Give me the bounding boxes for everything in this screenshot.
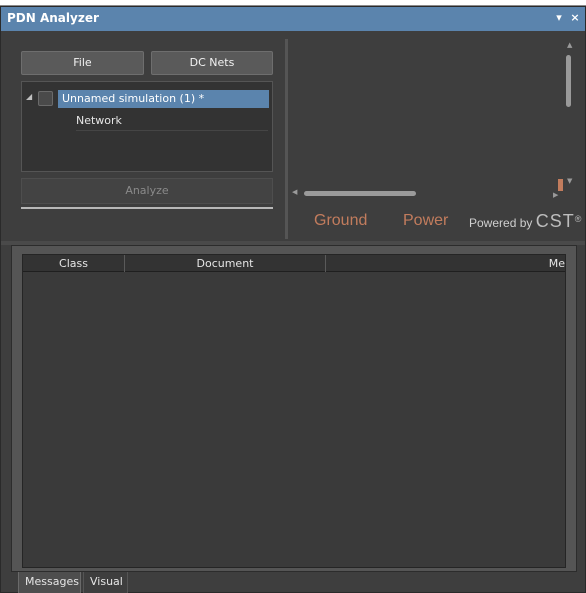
color-marker	[558, 179, 563, 191]
scroll-left-icon[interactable]: ◀	[292, 188, 297, 196]
tab-visual[interactable]: Visual	[83, 572, 128, 593]
panel-titlebar: PDN Analyzer ▾ ×	[1, 7, 585, 31]
column-header-document[interactable]: Document	[125, 255, 326, 272]
messages-grid: Class Document Me	[22, 254, 566, 568]
panel-title: PDN Analyzer	[7, 11, 99, 25]
scroll-up-icon[interactable]: ▲	[567, 41, 572, 49]
messages-panel: Class Document Me	[11, 245, 577, 572]
pdn-analyzer-panel: PDN Analyzer ▾ × File DC Nets ◢ Unnamed …	[0, 6, 586, 593]
tree-separator	[76, 130, 268, 131]
cst-brand: CST	[535, 211, 575, 231]
simulation-checkbox[interactable]	[38, 91, 53, 106]
file-button[interactable]: File	[21, 51, 144, 75]
analyze-progress-line	[21, 207, 273, 209]
expand-triangle-icon[interactable]: ◢	[26, 92, 32, 101]
dc-nets-button[interactable]: DC Nets	[151, 51, 273, 75]
dropdown-arrow-icon[interactable]: ▼	[567, 177, 572, 185]
powered-by-cst-logo: Powered by CST®	[469, 211, 581, 232]
horizontal-scrollbar-thumb[interactable]	[304, 191, 416, 196]
power-label[interactable]: Power	[403, 212, 448, 230]
grid-header: Class Document Me	[23, 255, 565, 272]
tree-item-simulation-label: Unnamed simulation (1) *	[62, 92, 205, 105]
powered-by-text: Powered by	[469, 216, 533, 230]
vertical-scrollbar-thumb[interactable]	[566, 55, 571, 107]
tree-item-simulation[interactable]: Unnamed simulation (1) *	[58, 90, 269, 108]
pin-icon[interactable]: ▾	[552, 11, 566, 25]
close-icon[interactable]: ×	[568, 11, 582, 25]
tree-item-network[interactable]: Network	[76, 114, 122, 127]
registered-mark: ®	[574, 214, 582, 224]
scroll-right-icon[interactable]: ▶	[553, 191, 558, 199]
analyze-button[interactable]: Analyze	[21, 178, 273, 204]
ground-label[interactable]: Ground	[314, 212, 367, 230]
column-header-class[interactable]: Class	[23, 255, 125, 272]
simulation-tree: ◢ Unnamed simulation (1) * Network	[21, 81, 273, 172]
top-area: File DC Nets ◢ Unnamed simulation (1) * …	[1, 31, 585, 241]
pane-splitter[interactable]	[285, 39, 288, 239]
column-header-message[interactable]: Me	[326, 255, 565, 272]
tab-messages[interactable]: Messages	[18, 572, 81, 593]
